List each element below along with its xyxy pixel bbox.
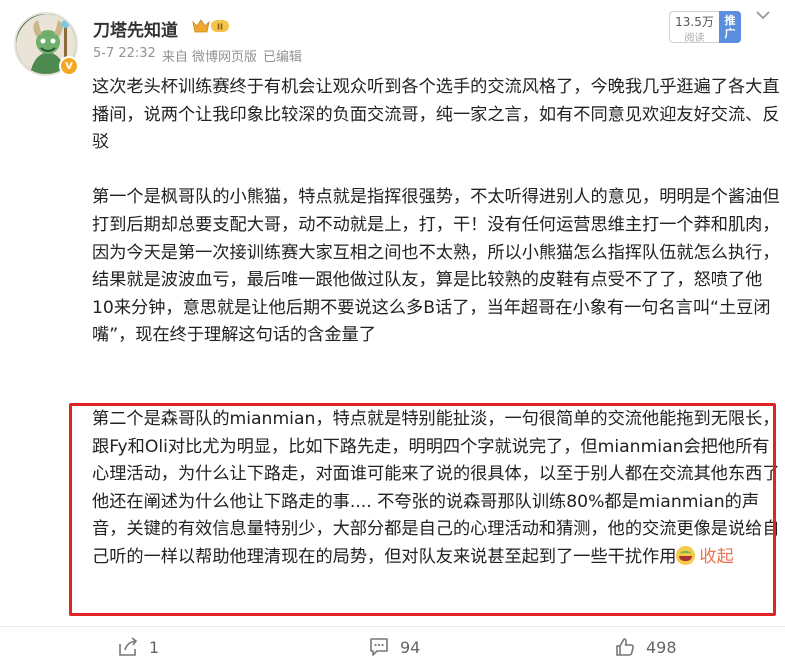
like-button[interactable]: 498 <box>614 636 677 658</box>
comment-icon <box>370 638 388 656</box>
promote-label-2: 广 <box>724 27 736 40</box>
post-body: 这次老头杯训练赛终于有机会让观众听到各个选手的交流风格了，今晚我几乎逛遍了各大直… <box>92 74 782 378</box>
post-paragraph: 第二个是森哥队的mianmian，特点就是特别能扯淡，一句很简单的交流他能拖到无… <box>92 409 780 567</box>
promote-label-1: 推 <box>724 14 736 27</box>
comment-count: 94 <box>400 637 421 657</box>
comment-button[interactable]: 94 <box>368 636 420 658</box>
share-button[interactable]: 1 <box>117 636 159 658</box>
vip-crown-icon[interactable]: II <box>191 16 231 36</box>
verified-badge-icon: V <box>59 56 79 76</box>
post-paragraph-highlighted: 第二个是森哥队的mianmian，特点就是特别能扯淡，一句很简单的交流他能拖到无… <box>92 406 782 572</box>
post-meta: 5-7 22:32 来自 微博网页版 已编辑 <box>93 46 302 65</box>
laugh-cry-emoji-icon <box>676 545 696 565</box>
post-paragraph: 第一个是枫哥队的小熊猫，特点就是指挥很强势，不太听得进别人的意见，明明是个酱油但… <box>92 187 780 346</box>
read-count-box: 13.5万 阅读 <box>669 11 719 44</box>
post-source: 来自 微博网页版 <box>161 50 257 65</box>
read-count-value: 13.5万 <box>675 15 714 29</box>
username[interactable]: 刀塔先知道 <box>93 16 178 41</box>
like-count: 498 <box>646 637 677 657</box>
promote-button[interactable]: 推 广 <box>719 11 741 43</box>
edited-label[interactable]: 已编辑 <box>263 46 302 65</box>
vip-level-label: II <box>217 23 223 32</box>
chevron-down-icon[interactable] <box>753 7 773 23</box>
thumbs-up-icon <box>616 638 634 656</box>
share-count: 1 <box>149 637 160 657</box>
collapse-link[interactable]: 收起 <box>699 547 733 567</box>
post-time[interactable]: 5-7 22:32 <box>93 46 156 65</box>
read-count-label: 阅读 <box>684 33 705 44</box>
post-paragraph: 这次老头杯训练赛终于有机会让观众听到各个选手的交流风格了，今晚我几乎逛遍了各大直… <box>92 77 780 153</box>
action-bar: 1 94 498 <box>0 626 785 667</box>
share-icon <box>119 637 138 656</box>
